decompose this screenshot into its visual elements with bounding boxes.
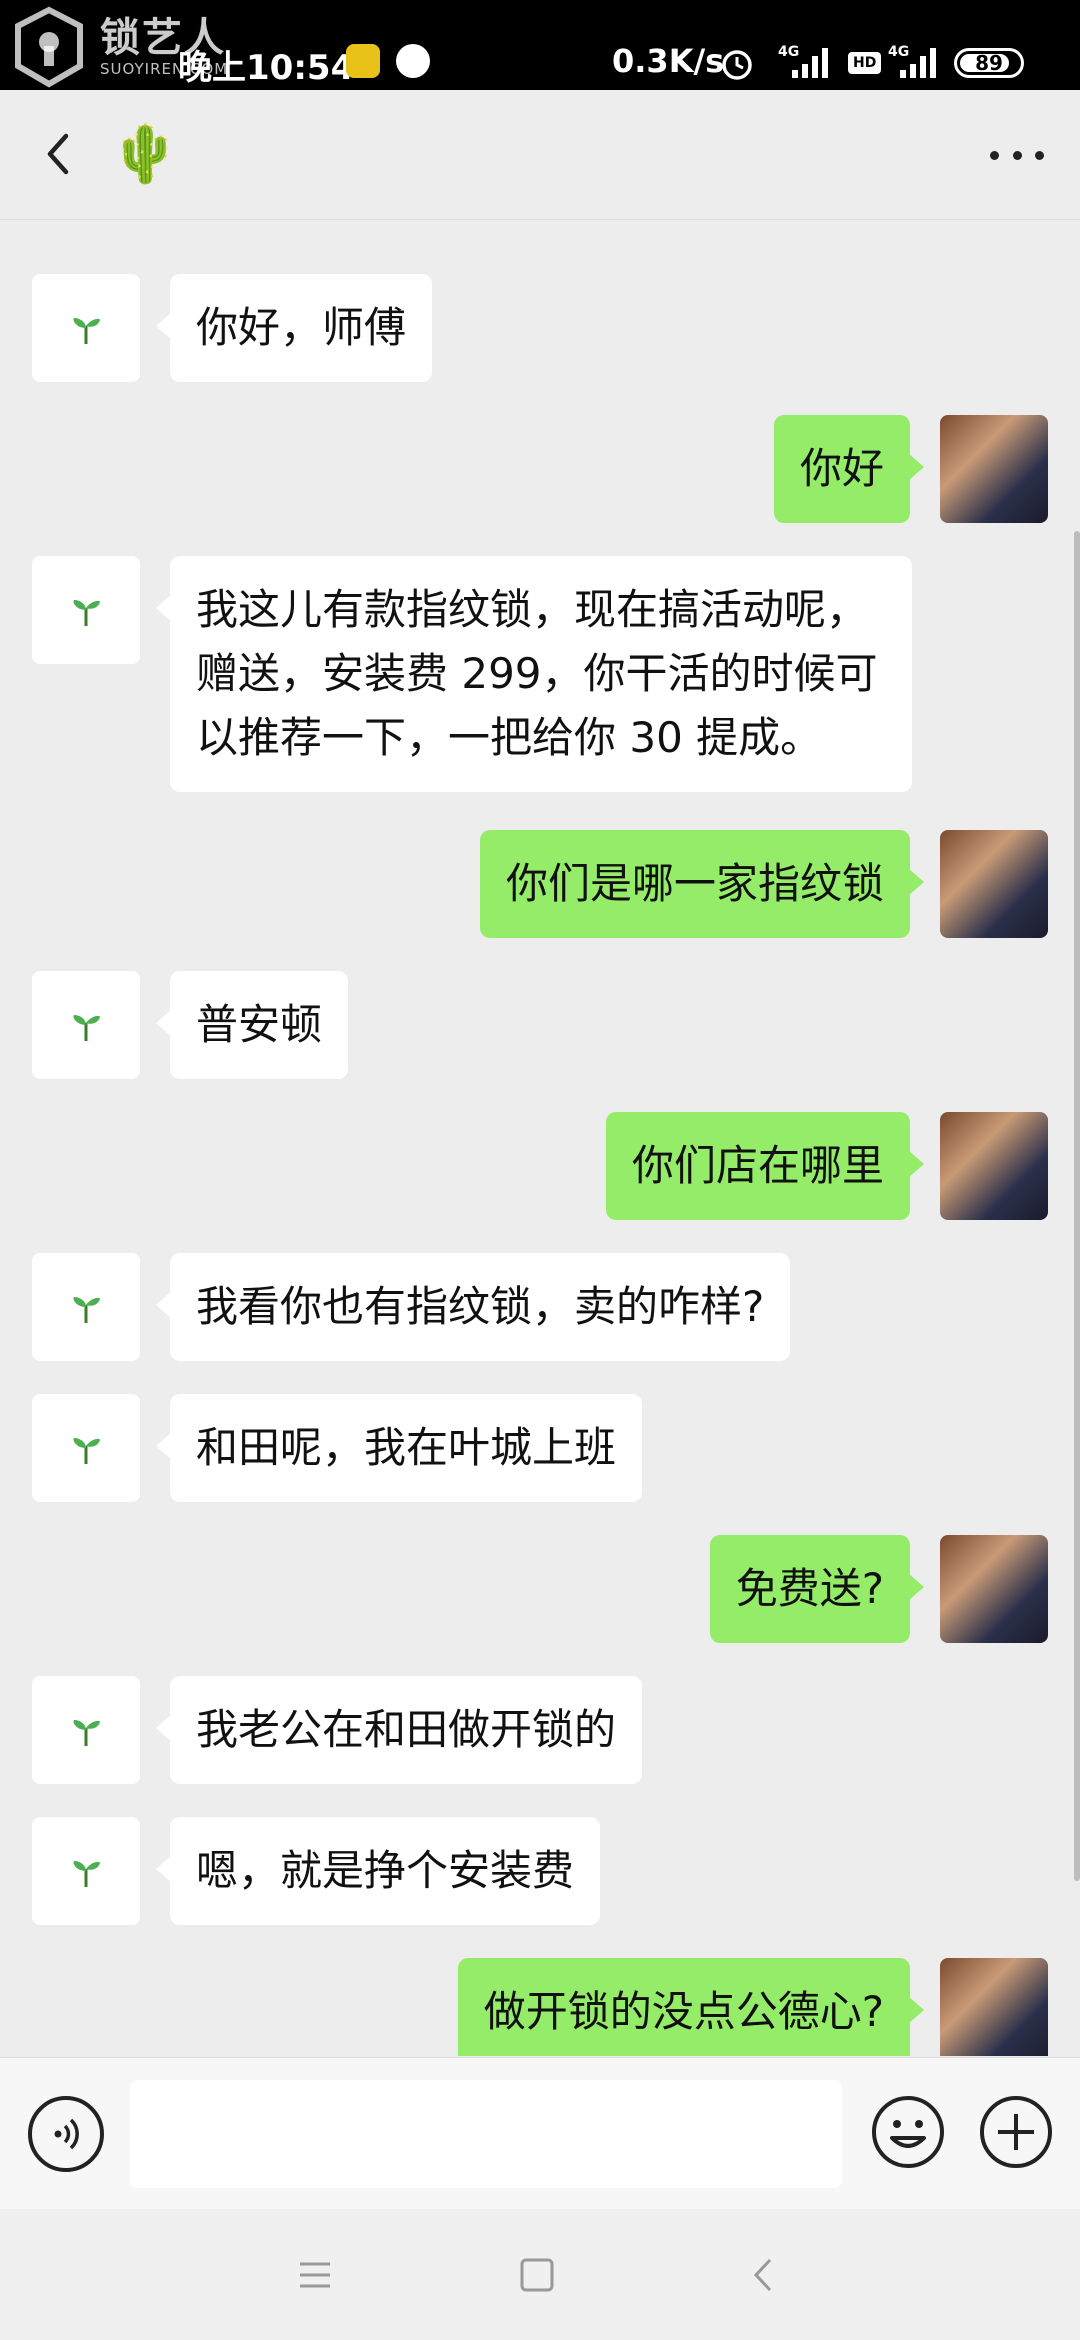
network-speed: 0.3K/s — [612, 42, 725, 80]
message-bubble-sent[interactable]: 免费送? — [709, 1535, 925, 1643]
sprout-icon — [73, 600, 100, 626]
message-bubble-sent[interactable]: 做开锁的没点公德心? — [457, 1958, 925, 2056]
message-bubble-received[interactable]: 嗯，就是挣个安装费 — [155, 1817, 601, 1925]
dot-icon — [1012, 150, 1022, 160]
sprout-icon — [73, 1015, 100, 1041]
signal-icon-1 — [792, 48, 828, 78]
message-bubble-received[interactable]: 你好，师傅 — [155, 274, 433, 382]
voice-input-button[interactable] — [28, 2096, 104, 2172]
battery-level: 89 — [975, 51, 1003, 75]
message-bubble-sent[interactable]: 你们店在哪里 — [605, 1112, 925, 1220]
message-input[interactable] — [130, 2080, 842, 2188]
more-options-button[interactable] — [982, 130, 1052, 180]
message-bubble-received[interactable]: 我老公在和田做开锁的 — [155, 1676, 643, 1784]
system-nav-bar — [0, 2210, 1080, 2340]
status-time: 晚上10:54 — [178, 48, 355, 88]
plus-icon[interactable] — [978, 2094, 1054, 2170]
sprout-icon — [73, 1297, 100, 1323]
contact-name-emoji: 🌵 — [110, 122, 180, 187]
contact-avatar[interactable] — [32, 274, 140, 382]
contact-avatar[interactable] — [32, 556, 140, 664]
dot-icon — [1035, 150, 1044, 160]
hd-badge: HD — [848, 52, 882, 74]
user-avatar[interactable] — [940, 415, 1048, 523]
contact-avatar[interactable] — [32, 1817, 140, 1925]
contact-avatar[interactable] — [32, 1253, 140, 1361]
notification-app-icon — [346, 44, 380, 78]
voice-icon — [54, 2118, 79, 2150]
back-arrow-icon[interactable] — [30, 124, 90, 184]
user-avatar[interactable] — [940, 1958, 1048, 2056]
message-bubble-sent[interactable]: 你们是哪一家指纹锁 — [479, 830, 925, 938]
user-avatar[interactable] — [940, 1112, 1048, 1220]
user-avatar[interactable] — [940, 1535, 1048, 1643]
message-bubble-received[interactable]: 我这儿有款指纹锁，现在搞活动呢，赠送，安装费 299，你干活的时候可以推荐一下，… — [156, 556, 912, 792]
sprout-icon — [73, 1720, 100, 1746]
chat-header: 🌵 — [0, 90, 1080, 220]
message-bubble-received[interactable]: 和田呢，我在叶城上班 — [155, 1394, 643, 1502]
sprout-icon — [73, 318, 100, 344]
contact-avatar[interactable] — [32, 1676, 140, 1784]
sprout-icon — [73, 1438, 100, 1464]
message-bubble-received[interactable]: 普安顿 — [155, 971, 349, 1079]
lock-logo-icon — [15, 6, 83, 88]
chat-scrollbar[interactable] — [1074, 531, 1080, 1881]
message-bubble-sent[interactable]: 你好 — [773, 415, 925, 523]
sprout-icon — [73, 1861, 100, 1887]
status-bar: 锁艺人 SUOYIREN.COM 晚上10:54 0.3K/s 4G HD 4G… — [0, 0, 1080, 90]
dot-icon — [990, 150, 999, 160]
battery-icon: 89 — [954, 48, 1024, 78]
home-icon[interactable] — [512, 2252, 562, 2298]
contact-avatar[interactable] — [32, 1394, 140, 1502]
contact-avatar[interactable] — [32, 971, 140, 1079]
notification-app-icon-2 — [396, 44, 430, 78]
signal-icon-2 — [900, 48, 936, 78]
user-avatar[interactable] — [940, 830, 1048, 938]
emoji-icon[interactable] — [870, 2094, 946, 2170]
chat-message-list[interactable]: 你好，师傅 你好 我这儿有款指纹锁，现在搞活动呢，赠送，安装费 299，你干活的… — [0, 221, 1080, 2056]
back-nav-icon[interactable] — [740, 2252, 790, 2298]
message-bubble-received[interactable]: 我看你也有指纹锁，卖的咋样? — [155, 1253, 791, 1361]
menu-icon[interactable] — [290, 2252, 340, 2298]
alarm-icon — [722, 50, 752, 80]
input-bar — [0, 2057, 1080, 2209]
